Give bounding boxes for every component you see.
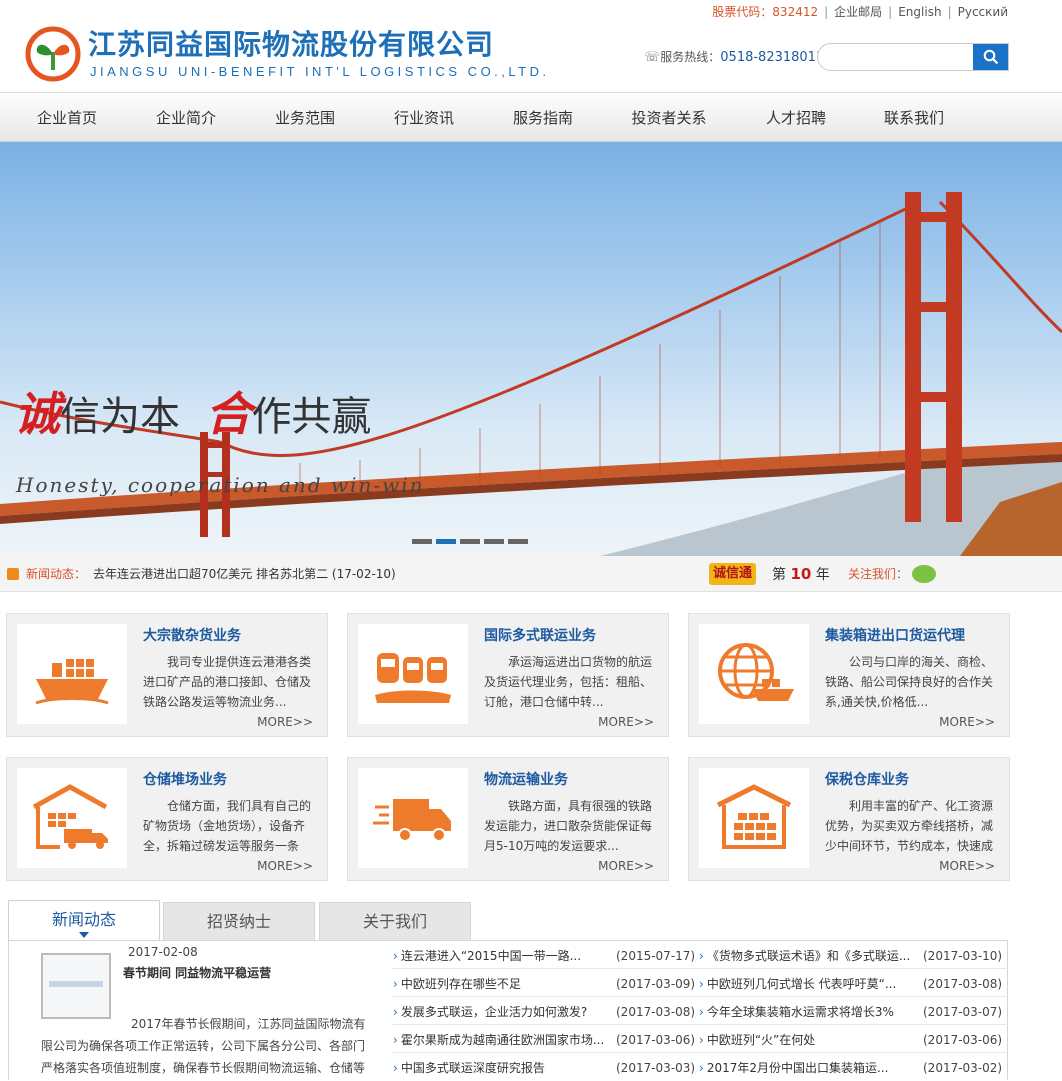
delivery-truck-icon [358,768,468,868]
featured-news-title[interactable]: 春节期间 同益物流平稳运营 [123,964,271,982]
hotline-number: 0518-82318011 [720,50,825,65]
news-ticker-bar: 新闻动态： 去年连云港进出口超70亿美元 排名苏北第二 (17-02-10) 诚… [0,556,1062,592]
service-desc: 利用丰富的矿产、化工资源优势，为买卖双方牵线搭桥，减少中间环节，节约成本，快速成 [825,799,994,853]
slide-dot[interactable] [484,539,504,544]
service-card-container[interactable]: 集装箱进出口货运代理 公司与口岸的海关、商检、铁路、船公司保持良好的合作关系,通… [688,613,1010,737]
slide-indicators [412,539,532,545]
mail-link[interactable]: 企业邮局 [834,5,882,19]
slide-dot[interactable] [460,539,480,544]
service-title[interactable]: 国际多式联运业务 [484,627,596,645]
featured-news-date: 2017-02-08 [128,945,198,959]
news-list-item[interactable]: › 中欧班列几何式增长 代表呼吁莫“... (2017-03-08) [699,976,1002,992]
service-card-multimodal[interactable]: 国际多式联运业务 承运海运进出口货物的航运及货运代理业务，包括：租船、订舱，港口… [347,613,669,737]
service-title[interactable]: 保税仓库业务 [825,771,909,789]
bonded-warehouse-icon [699,768,809,868]
more-link[interactable]: MORE>> [598,858,654,874]
slide-dot[interactable] [412,539,432,544]
more-link[interactable]: MORE>> [598,714,654,730]
news-tabs: 新闻动态 招贤纳士 关于我们 [8,900,1008,940]
more-link[interactable]: MORE>> [939,714,995,730]
service-desc: 铁路方面，具有很强的铁路发运能力，进口散杂货能保证每月5-10万吨的发运要求..… [484,799,653,853]
search-box [817,43,1009,71]
russian-link[interactable]: Русский [958,5,1008,19]
more-link[interactable]: MORE>> [939,858,995,874]
main-nav: 企业首页 企业简介 业务范围 行业资讯 服务指南 投资者关系 人才招聘 联系我们 [0,92,1062,142]
slide-dot[interactable] [508,539,528,544]
nav-contact[interactable]: 联系我们 [864,93,964,143]
warehouse-truck-icon [17,768,127,868]
service-card-bonded[interactable]: 保税仓库业务 利用丰富的矿产、化工资源优势，为买卖双方牵线搭桥，减少中间环节，节… [688,757,1010,881]
company-name: 江苏同益国际物流股份有限公司 [88,28,495,61]
service-desc: 仓储方面，我们具有自己的矿物货场（金地货场），设备齐全，拆箱过磅发运等服务一条 [143,799,312,853]
news-list-item[interactable]: › 中欧班列存在哪些不足 (2017-03-09) [393,976,695,992]
nav-careers[interactable]: 人才招聘 [746,93,846,143]
news-list-item[interactable]: › 霍尔果斯成为越南通往欧洲国家市场... (2017-03-06) [393,1032,695,1048]
more-link[interactable]: MORE>> [257,858,313,874]
slide-dot-active[interactable] [436,539,456,544]
banner-slogan: 诚信为本 合作共赢 [14,387,372,441]
search-input[interactable] [828,47,968,67]
more-link[interactable]: MORE>> [257,714,313,730]
search-button[interactable] [973,44,1008,70]
company-name-english: JIANGSU UNI-BENEFIT INT'L LOGISTICS CO.,… [90,64,550,79]
news-list-item[interactable]: › 今年全球集装箱水运需求将增长3% (2017-03-07) [699,1004,1002,1020]
banner-slogan-english: Honesty, cooperation and win-win [16,473,425,497]
service-title[interactable]: 大宗散杂货业务 [143,627,241,645]
news-ticker-label: 新闻动态： [26,567,87,581]
english-link[interactable]: English [898,5,941,19]
nav-industry-news[interactable]: 行业资讯 [374,93,474,143]
service-desc: 承运海运进出口货物的航运及货运代理业务，包括：租船、订舱，港口仓储中转... [484,655,653,709]
tab-recruitment[interactable]: 招贤纳士 [163,902,315,940]
service-title[interactable]: 仓储堆场业务 [143,771,227,789]
news-list-item[interactable]: › 中欧班列“火”在何处 (2017-03-06) [699,1032,1002,1048]
chengxintong-badge[interactable]: 诚信通 [709,563,757,585]
active-tab-arrow-icon [79,932,89,938]
service-desc: 我司专业提供连云港港各类进口矿产品的港口接卸、仓储及铁路公路发运等物流业务... [143,655,312,709]
tab-about-us[interactable]: 关于我们 [319,902,471,940]
service-card-bulk[interactable]: 大宗散杂货业务 我司专业提供连云港港各类进口矿产品的港口接卸、仓储及铁路公路发运… [6,613,328,737]
hero-banner[interactable]: 诚信为本 合作共赢 Honesty, cooperation and win-w… [0,142,1062,556]
featured-news-thumbnail[interactable] [41,953,111,1019]
company-logo[interactable] [25,26,81,82]
follow-us-label: 关注我们： [848,567,909,581]
service-title[interactable]: 集装箱进出口货运代理 [825,627,965,645]
nav-service-guide[interactable]: 服务指南 [493,93,593,143]
top-links: 股票代码：832412 | 企业邮局 | English | Русский [712,5,1008,19]
service-card-transport[interactable]: 物流运输业务 铁路方面，具有很强的铁路发运能力，进口散杂货能保证每月5-10万吨… [347,757,669,881]
search-icon [983,49,998,65]
service-title[interactable]: 物流运输业务 [484,771,568,789]
wechat-icon[interactable] [912,565,936,583]
news-list-item[interactable]: › 《货物多式联运术语》和《多式联运... (2017-03-10) [699,948,1002,964]
news-list-item[interactable]: › 2017年2月份中国出口集装箱运... (2017-03-02) [699,1060,1002,1076]
stock-code: 股票代码：832412 [712,5,819,19]
news-list-item[interactable]: › 中国多式联运深度研究报告 (2017-03-03) [393,1060,695,1076]
hotline: ☏服务热线：0518-82318011 [644,49,824,66]
service-card-warehouse[interactable]: 仓储堆场业务 仓储方面，我们具有自己的矿物货场（金地货场），设备齐全，拆箱过磅发… [6,757,328,881]
nav-about[interactable]: 企业简介 [136,93,236,143]
membership-years: 第 10 年 [772,565,830,583]
news-ticker-headline[interactable]: 去年连云港进出口超70亿美元 排名苏北第二 (17-02-10) [93,556,396,592]
service-desc: 公司与口岸的海关、商检、铁路、船公司保持良好的合作关系,通关快,价格低... [825,655,994,709]
hotline-label: 服务热线： [660,50,721,64]
train-icon [358,624,468,724]
phone-icon: ☏ [644,50,661,65]
news-list-item[interactable]: › 连云港进入“2015中国一带一路... (2015-07-17) [393,948,695,964]
news-list-item[interactable]: › 发展多式联运，企业活力如何激发? (2017-03-08) [393,1004,695,1020]
news-panel: 2017-02-08 春节期间 同益物流平稳运营 2017年春节长假期间，江苏同… [8,940,1009,1080]
globe-ship-icon [699,624,809,724]
nav-business[interactable]: 业务范围 [255,93,355,143]
cargo-ship-icon [17,624,127,724]
rss-icon [7,568,19,580]
featured-news-summary: 2017年春节长假期间，江苏同益国际物流有限公司为确保各项工作正常运转，公司下属… [41,1017,366,1075]
nav-home[interactable]: 企业首页 [17,93,117,143]
nav-investor[interactable]: 投资者关系 [619,93,719,143]
header: 江苏同益国际物流股份有限公司 JIANGSU UNI-BENEFIT INT'L… [0,0,1062,92]
